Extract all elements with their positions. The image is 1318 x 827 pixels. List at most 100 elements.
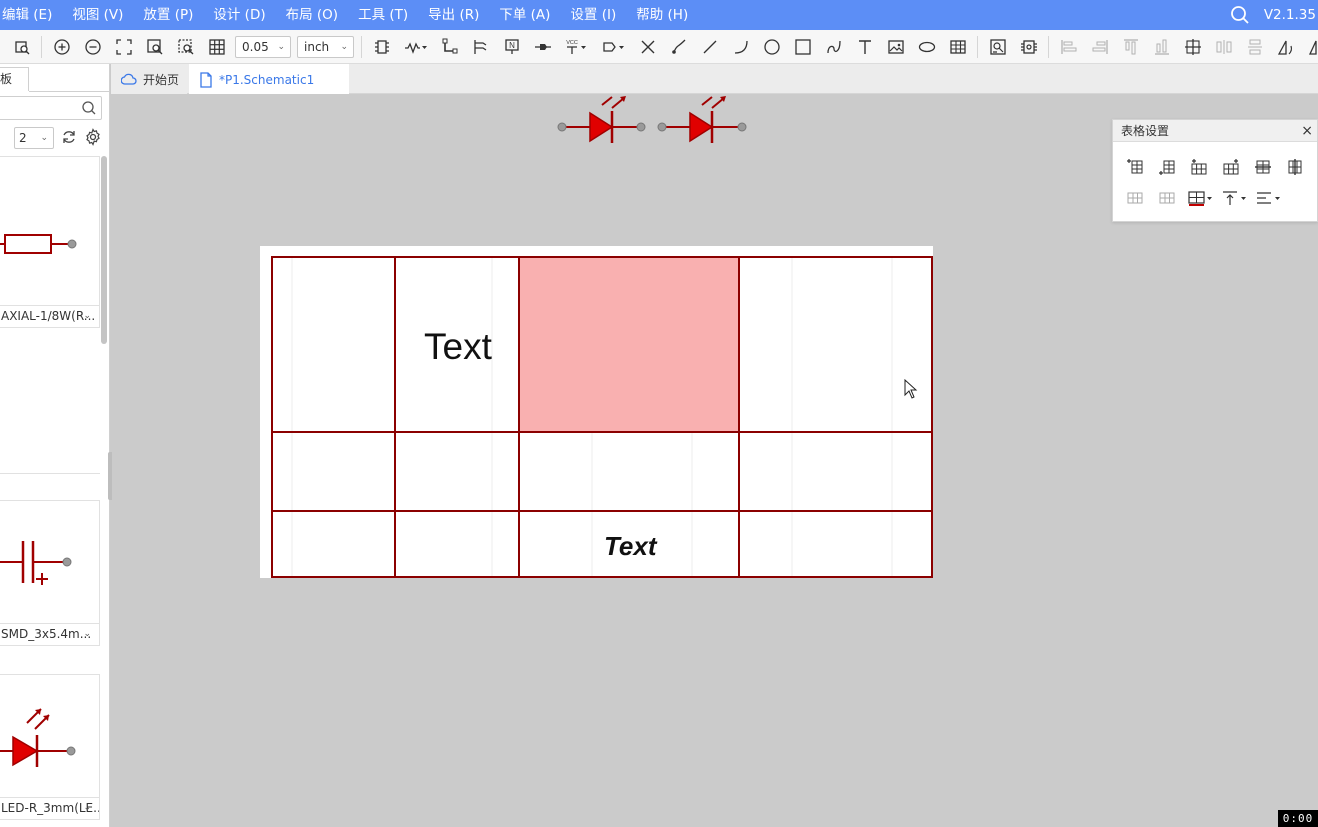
line-icon[interactable] xyxy=(698,35,722,59)
border-style-dropdown-icon[interactable] xyxy=(1187,187,1213,209)
component-icon[interactable] xyxy=(370,35,394,59)
chevron-down-icon: ⌄ xyxy=(340,41,348,52)
library-page-value: 2 xyxy=(19,131,27,145)
library-scrollbar[interactable] xyxy=(101,156,107,344)
rectangle-icon[interactable] xyxy=(791,35,815,59)
chip-settings-icon[interactable] xyxy=(1017,35,1041,59)
zoom-in-icon[interactable] xyxy=(50,35,74,59)
image-icon[interactable] xyxy=(884,35,908,59)
led-component-2[interactable] xyxy=(657,96,747,143)
menu-view[interactable]: 视图 (V) xyxy=(62,0,133,30)
unit-select[interactable]: inch ⌄ xyxy=(297,35,354,58)
bus-icon[interactable] xyxy=(438,35,462,59)
grid-icon[interactable] xyxy=(205,35,229,59)
no-connect-icon[interactable] xyxy=(636,35,660,59)
search-icon[interactable] xyxy=(1230,5,1250,25)
menu-layout[interactable]: 布局 (O) xyxy=(276,0,348,30)
menu-bar: 编辑 (E) 视图 (V) 放置 (P) 设计 (D) 布局 (O) 工具 (T… xyxy=(0,0,1318,30)
library-card-capacitor[interactable]: SMD_3x5.4m... ⌄ xyxy=(0,500,100,646)
circle-icon[interactable] xyxy=(760,35,784,59)
rotate-icon[interactable] xyxy=(1274,35,1298,59)
net-label-icon[interactable]: N xyxy=(500,35,524,59)
delete-row-icon[interactable] xyxy=(1251,156,1275,178)
grid-size-value: 0.05 xyxy=(242,39,269,54)
toolbar-separator xyxy=(977,35,978,58)
gear-icon[interactable] xyxy=(84,128,102,149)
toolbar-separator xyxy=(41,35,42,58)
fit-view-icon[interactable] xyxy=(112,35,136,59)
align-left-icon[interactable] xyxy=(1057,35,1081,59)
menu-help[interactable]: 帮助 (H) xyxy=(626,0,698,30)
table-settings-title: 表格设置 xyxy=(1121,124,1170,138)
net-port-icon[interactable] xyxy=(531,35,555,59)
menu-place[interactable]: 放置 (P) xyxy=(133,0,203,30)
refresh-icon[interactable] xyxy=(61,129,77,148)
table-cell-bold-text[interactable]: Text xyxy=(604,531,657,561)
insert-row-above-icon[interactable] xyxy=(1123,156,1147,178)
flip-icon[interactable] xyxy=(1305,35,1318,59)
led-symbol-icon xyxy=(0,708,76,767)
resistor-symbol-icon xyxy=(0,234,77,254)
insert-column-right-icon[interactable] xyxy=(1219,156,1243,178)
split-cells-icon[interactable] xyxy=(1155,187,1179,209)
zoom-selection-icon[interactable] xyxy=(174,35,198,59)
menu-design[interactable]: 设计 (D) xyxy=(203,0,275,30)
chevron-down-icon: ⌄ xyxy=(40,133,48,143)
library-card-resistor[interactable]: AXIAL-1/8W(R... ⌄ xyxy=(0,156,100,328)
align-bottom-icon[interactable] xyxy=(1150,35,1174,59)
align-grid-icon[interactable] xyxy=(1181,35,1205,59)
mouse-cursor-icon xyxy=(904,379,918,399)
recording-timer: 0:00 xyxy=(1278,810,1318,827)
tab-start-page[interactable]: 开始页 xyxy=(111,64,187,94)
wire-dropdown-icon[interactable] xyxy=(401,35,431,59)
table-cell-text[interactable]: Text xyxy=(424,325,492,369)
cloud-icon xyxy=(121,73,137,85)
svg-text:N: N xyxy=(509,41,515,50)
chevron-down-icon: ⌄ xyxy=(83,803,91,813)
bezier-icon[interactable] xyxy=(822,35,846,59)
grid-size-select[interactable]: 0.05 ⌄ xyxy=(235,35,291,58)
selected-table-cell[interactable] xyxy=(519,257,739,432)
align-right-icon[interactable] xyxy=(1088,35,1112,59)
library-card-led[interactable]: LED-R_3mm(LE... ⌄ xyxy=(0,674,100,820)
library-page-select[interactable]: 2 ⌄ xyxy=(14,127,54,149)
insert-column-left-icon[interactable] xyxy=(1187,156,1211,178)
distribute-horizontal-icon[interactable] xyxy=(1212,35,1236,59)
menu-settings[interactable]: 设置 (I) xyxy=(560,0,626,30)
ellipse-icon[interactable] xyxy=(915,35,939,59)
chevron-down-icon: ⌄ xyxy=(83,629,91,639)
copy-view-icon[interactable] xyxy=(10,35,34,59)
arc-icon[interactable] xyxy=(729,35,753,59)
menu-edit[interactable]: 编辑 (E) xyxy=(0,0,62,30)
library-tab[interactable]: 板 xyxy=(0,67,29,91)
horizontal-align-dropdown-icon[interactable] xyxy=(1255,187,1281,209)
menu-export[interactable]: 导出 (R) xyxy=(418,0,489,30)
vertical-align-dropdown-icon[interactable] xyxy=(1221,187,1247,209)
menu-tools[interactable]: 工具 (T) xyxy=(348,0,418,30)
power-symbol-dropdown-icon[interactable]: VCC xyxy=(562,35,592,59)
align-top-icon[interactable] xyxy=(1119,35,1143,59)
led-component-1[interactable] xyxy=(557,96,646,143)
bus-entry-icon[interactable] xyxy=(469,35,493,59)
net-flag-dropdown-icon[interactable] xyxy=(599,35,629,59)
library-card-name: AXIAL-1/8W(R... ⌄ xyxy=(0,305,99,327)
probe-icon[interactable] xyxy=(667,35,691,59)
capacitor-symbol-icon xyxy=(0,541,72,585)
tab-schematic[interactable]: *P1.Schematic1 xyxy=(189,64,349,94)
merge-cells-icon[interactable] xyxy=(1123,187,1147,209)
zoom-out-icon[interactable] xyxy=(81,35,105,59)
menu-order[interactable]: 下单 (A) xyxy=(489,0,560,30)
delete-column-icon[interactable] xyxy=(1283,156,1307,178)
version-label: V2.1.35 xyxy=(1263,7,1316,23)
text-icon[interactable] xyxy=(853,35,877,59)
table-tools-row-1 xyxy=(1123,156,1315,178)
zoom-area-icon[interactable] xyxy=(143,35,167,59)
menu-list: 编辑 (E) 视图 (V) 放置 (P) 设计 (D) 布局 (O) 工具 (T… xyxy=(0,0,698,30)
close-icon[interactable]: × xyxy=(1301,120,1313,142)
toolbar: 0.05 ⌄ inch ⌄ N VCC xyxy=(0,30,1318,64)
library-search-input[interactable] xyxy=(0,96,102,120)
insert-row-below-icon[interactable] xyxy=(1155,156,1179,178)
table-icon[interactable] xyxy=(946,35,970,59)
schematic-report-icon[interactable] xyxy=(986,35,1010,59)
distribute-vertical-icon[interactable] xyxy=(1243,35,1267,59)
